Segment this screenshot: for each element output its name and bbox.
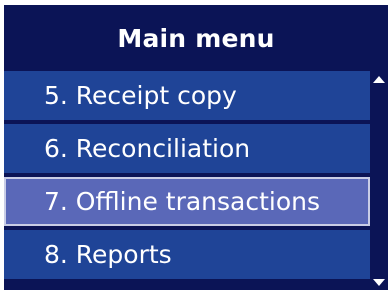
menu-item-reports[interactable]: 8. Reports: [4, 230, 370, 279]
menu-item-reconciliation[interactable]: 6. Reconciliation: [4, 124, 370, 173]
menu-item-receipt-copy[interactable]: 5. Receipt copy: [4, 71, 370, 120]
menu-item-offline-transactions[interactable]: 7. Offline transactions: [4, 177, 370, 226]
page-title: Main menu: [4, 5, 388, 71]
arrow-down-icon[interactable]: [373, 279, 385, 286]
terminal-screen: Main menu 5. Receipt copy 6. Reconciliat…: [4, 5, 388, 290]
menu-list: 5. Receipt copy 6. Reconciliation 7. Off…: [4, 71, 370, 290]
arrow-up-icon[interactable]: [373, 76, 385, 83]
scrollbar[interactable]: [370, 71, 388, 290]
